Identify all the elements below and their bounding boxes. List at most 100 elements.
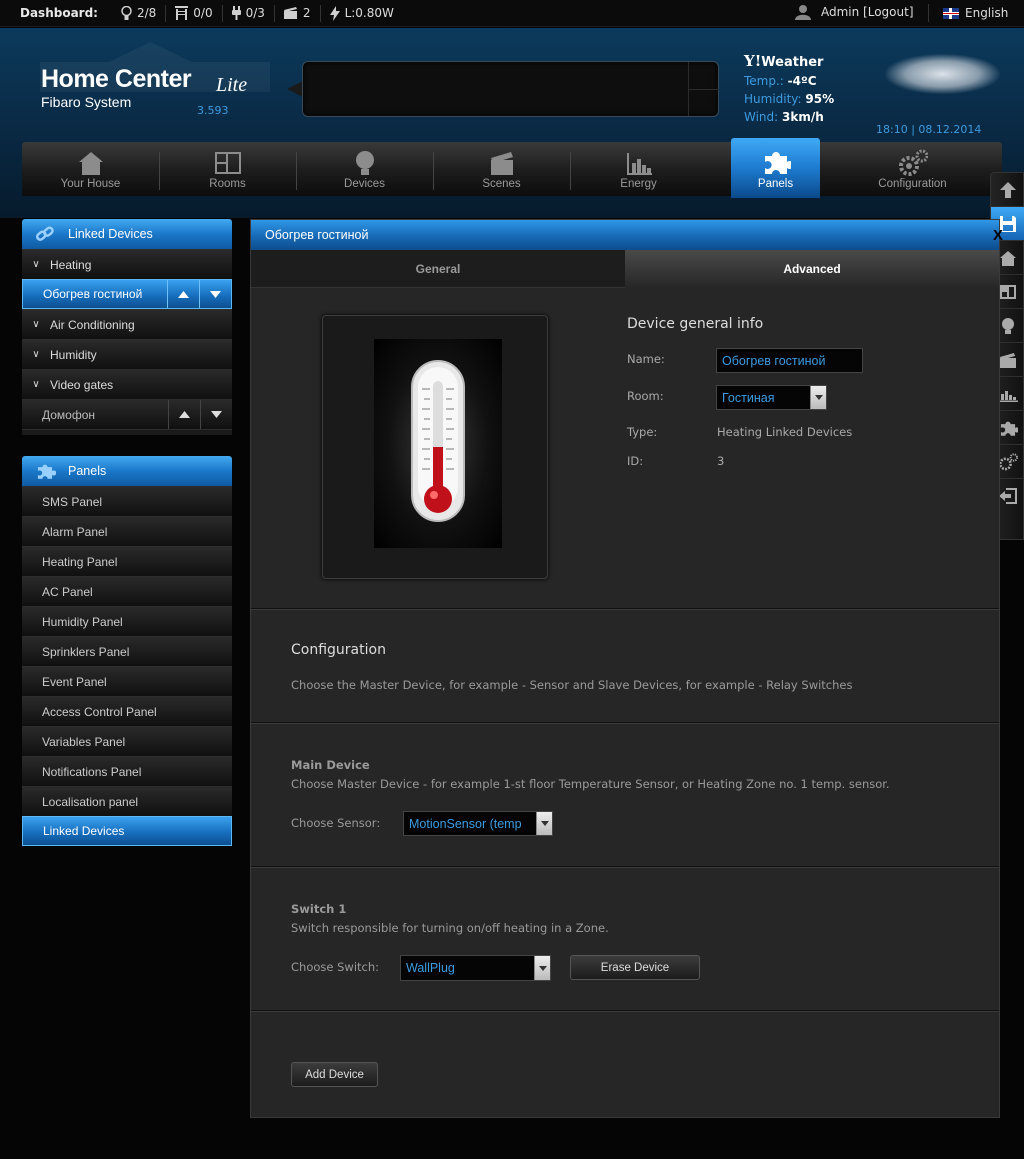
- panel-item[interactable]: Access Control Panel: [22, 696, 232, 726]
- panel-item[interactable]: Notifications Panel: [22, 756, 232, 786]
- move-up-button[interactable]: [167, 280, 199, 308]
- linked-item-label: Домофон: [42, 407, 96, 422]
- stat-blinds-value: 0/0: [193, 6, 213, 20]
- scroll-top-button[interactable]: [991, 173, 1024, 207]
- thermometer-image: [374, 339, 502, 548]
- panel-item-label: Localisation panel: [42, 794, 139, 809]
- panels-title: Panels: [68, 464, 107, 478]
- puzzle-icon: [1000, 421, 1018, 436]
- blind-icon: [175, 6, 189, 20]
- choose-sensor-label: Choose Sensor:: [291, 816, 381, 830]
- group-air-conditioning[interactable]: ∨ Air Conditioning: [22, 309, 232, 339]
- switch-select[interactable]: WallPlug: [400, 955, 551, 981]
- logo-subtitle: Fibaro System: [41, 94, 132, 110]
- house-icon: [1000, 250, 1016, 266]
- panel-item[interactable]: Humidity Panel: [22, 606, 232, 636]
- type-value: Heating Linked Devices: [717, 425, 853, 439]
- linked-item-domofon[interactable]: Домофон: [22, 399, 232, 429]
- room-select[interactable]: Гостиная: [716, 385, 827, 410]
- panel-item[interactable]: Localisation panel: [22, 786, 232, 816]
- nav-devices[interactable]: Devices: [296, 142, 433, 196]
- tab-advanced[interactable]: Advanced: [625, 250, 999, 288]
- room-label: Room:: [627, 389, 664, 403]
- user-logout-link[interactable]: Admin [Logout]: [821, 5, 914, 19]
- panel-item-label: Notifications Panel: [42, 764, 142, 779]
- group-humidity[interactable]: ∨ Humidity: [22, 339, 232, 369]
- divider: [251, 1010, 999, 1012]
- stat-power[interactable]: L:0.80W: [319, 4, 403, 22]
- thermometer-icon: [411, 360, 465, 522]
- arrow-up-icon: [1000, 182, 1016, 198]
- divider: [251, 722, 999, 724]
- name-input[interactable]: Обогрев гостиной: [716, 348, 863, 373]
- panel-item[interactable]: Event Panel: [22, 666, 232, 696]
- uk-flag-icon: [943, 7, 959, 19]
- message-box[interactable]: [302, 61, 719, 117]
- weather-humidity: Humidity: 95%: [744, 92, 835, 106]
- nav-rooms[interactable]: Rooms: [159, 142, 296, 196]
- linked-devices-header[interactable]: Linked Devices: [22, 219, 232, 249]
- panel-item[interactable]: Heating Panel: [22, 546, 232, 576]
- panel-item[interactable]: Alarm Panel: [22, 516, 232, 546]
- add-device-button[interactable]: Add Device: [291, 1062, 378, 1087]
- stat-lights[interactable]: 2/8: [112, 5, 165, 22]
- panel-title-bar: Обогрев гостиной X: [251, 220, 1003, 250]
- panel-item-label: Variables Panel: [42, 734, 126, 749]
- language-label: English: [965, 6, 1009, 20]
- language-selector[interactable]: English: [928, 4, 1008, 22]
- panel-title: Обогрев гостиной: [265, 228, 369, 242]
- move-up-button[interactable]: [168, 400, 200, 429]
- panel-item-label: Event Panel: [42, 674, 107, 689]
- top-status-bar: Dashboard: 2/8 0/0 0/3 2 L:0.80W Admin […: [0, 0, 1024, 27]
- stat-scenes-value: 2: [302, 6, 311, 20]
- message-scroll[interactable]: [688, 62, 719, 116]
- panel-item-label: SMS Panel: [42, 494, 103, 509]
- stat-scenes[interactable]: 2: [273, 4, 320, 22]
- user-area[interactable]: Admin [Logout]: [795, 4, 914, 20]
- nav-your-house[interactable]: Your House: [22, 142, 159, 196]
- logo-title: Home Center: [41, 65, 192, 93]
- close-button[interactable]: X: [993, 227, 1003, 244]
- nav-energy[interactable]: Energy: [570, 142, 707, 196]
- choose-switch-label: Choose Switch:: [291, 960, 380, 974]
- nav-configuration[interactable]: Configuration: [844, 142, 981, 196]
- switch1-desc: Switch responsible for turning on/off he…: [291, 921, 609, 935]
- rooms-icon: [214, 152, 241, 174]
- panel-item[interactable]: Sprinklers Panel: [22, 636, 232, 666]
- room-select-value: Гостиная: [722, 390, 775, 405]
- stat-plugs[interactable]: 0/3: [221, 4, 274, 22]
- panel-tabs: General Advanced: [251, 250, 999, 288]
- version-number: 3.593: [197, 104, 229, 117]
- move-down-button[interactable]: [199, 280, 231, 308]
- user-icon: [795, 5, 811, 20]
- panel-item-label: Alarm Panel: [42, 524, 108, 539]
- sensor-select[interactable]: MotionSensor (temp: [403, 811, 553, 836]
- message-box-pointer: [287, 81, 303, 97]
- erase-device-button[interactable]: Erase Device: [570, 955, 700, 980]
- group-video-gates[interactable]: ∨ Video gates: [22, 369, 232, 399]
- linked-devices-sidebar: Linked Devices ∨ Heating Обогрев гостино…: [22, 219, 232, 435]
- energy-chart-icon: [998, 385, 1018, 402]
- main-device-title: Main Device: [291, 758, 370, 772]
- panels-header[interactable]: Panels: [22, 456, 232, 486]
- panel-item[interactable]: Variables Panel: [22, 726, 232, 756]
- linked-item-obogrev[interactable]: Обогрев гостиной: [22, 279, 232, 309]
- group-label: Air Conditioning: [50, 317, 135, 332]
- link-icon: [35, 226, 54, 241]
- panel-item[interactable]: Linked Devices: [22, 816, 232, 846]
- panel-item[interactable]: SMS Panel: [22, 486, 232, 516]
- chevron-down-icon: ∨: [32, 349, 40, 360]
- tab-general[interactable]: General: [251, 250, 625, 288]
- nav-panels[interactable]: Panels: [731, 138, 820, 198]
- group-heating[interactable]: ∨ Heating: [22, 249, 232, 279]
- stat-power-value: L:0.80W: [344, 6, 394, 20]
- move-down-button[interactable]: [200, 400, 232, 429]
- logo-lite: Lite: [216, 74, 248, 96]
- device-image-frame: [322, 315, 548, 579]
- plug-icon: [231, 6, 241, 20]
- panel-item[interactable]: AC Panel: [22, 576, 232, 606]
- nav-scenes[interactable]: Scenes: [433, 142, 570, 196]
- sidebar-footer: [22, 429, 232, 435]
- stat-blinds[interactable]: 0/0: [165, 4, 221, 22]
- device-panel: Обогрев гостиной X General Advanced Devi…: [250, 219, 1003, 1118]
